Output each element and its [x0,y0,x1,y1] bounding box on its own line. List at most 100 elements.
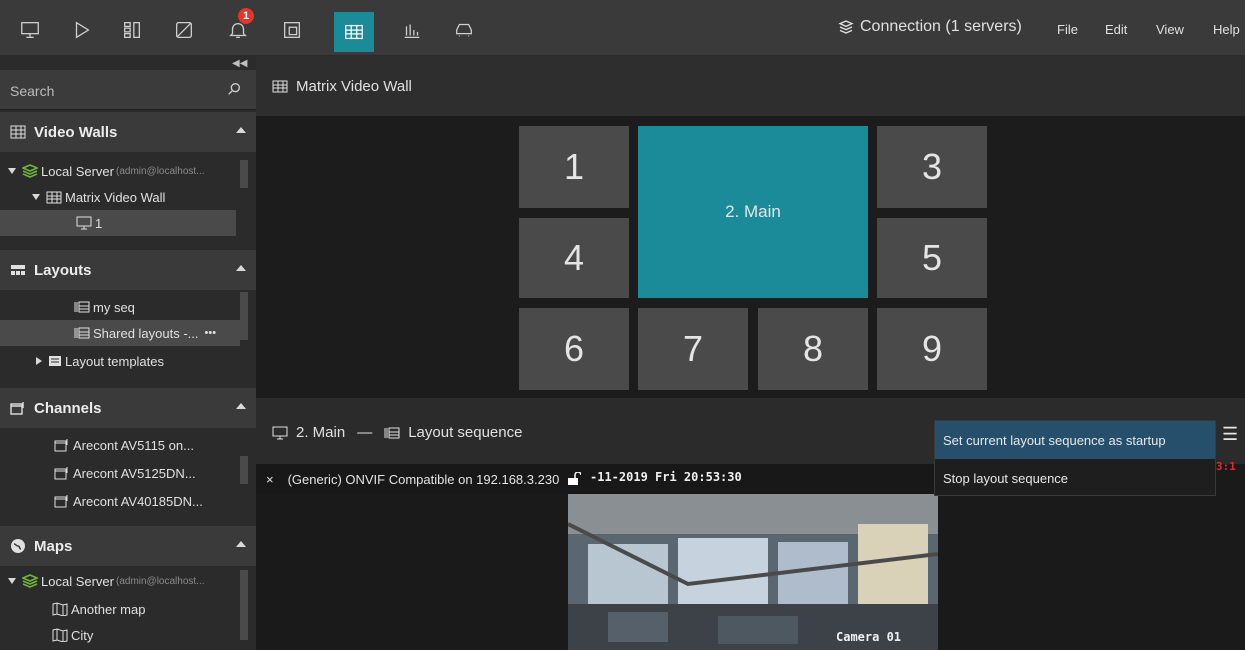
map-icon [52,602,68,616]
menu-view[interactable]: View [1156,22,1184,37]
channel-label: Arecont AV5125DN... [73,465,196,481]
server-stack-icon [838,20,854,34]
sidebar: ◀◀ Search Video Walls Local Server (admi… [0,56,256,650]
server-label: Local Server [41,163,114,179]
globe-icon [10,538,28,554]
section-channels[interactable]: Channels [0,388,256,428]
bell-icon[interactable]: 1 [218,8,258,50]
menu-file[interactable]: File [1057,22,1078,37]
wall-cell-8[interactable]: 8 [758,308,868,390]
video-wall-icon [46,191,62,204]
video-wall-icon[interactable] [334,12,374,52]
channel-label: Arecont AV40185DN... [73,493,203,509]
map-label: Another map [71,601,146,617]
connection-label: Connection (1 servers) [860,18,1022,35]
layout-sequence-icon [384,427,400,438]
context-menu: Set current layout sequence as startup S… [934,420,1216,496]
wall-label: Matrix Video Wall [65,189,166,205]
close-camera-button[interactable]: × [266,472,274,487]
video-red-overlay: 3:1 [1216,460,1236,473]
menu-edit[interactable]: Edit [1105,22,1127,37]
wall-cell-main-label: 2. Main [725,202,781,221]
scrollbar[interactable] [240,570,248,640]
tree-layout-item[interactable]: my seq [74,294,135,320]
statistics-icon[interactable] [392,10,432,50]
layout-label: Layout templates [65,353,165,369]
layout-label: my seq [93,299,135,315]
layout-template-icon [48,355,62,367]
monitor-icon[interactable] [10,10,50,50]
tree-video-wall[interactable]: Matrix Video Wall [32,184,165,210]
section-video-walls[interactable]: Video Walls [0,112,256,152]
wall-cell-5[interactable]: 5 [877,218,987,298]
separator: — [357,424,373,441]
video-timestamp: -11-2019 Fri 20:53:30 [590,470,742,484]
camera-video-feed[interactable] [568,494,938,650]
wall-cell-main[interactable]: 2. Main [638,126,868,298]
layout-grid-icon[interactable] [112,10,152,50]
wall-cell-4[interactable]: 4 [519,218,629,298]
scrollbar[interactable] [240,160,248,188]
collapse-arrow-icon[interactable] [236,127,246,133]
channel-icon [54,438,70,452]
tree-server[interactable]: Local Server (admin@localhost... [8,158,205,184]
search-input[interactable]: Search [0,70,256,110]
layouts-icon [10,262,28,278]
menu-stop-sequence[interactable]: Stop layout sequence [935,459,1215,497]
wall-cell-1[interactable]: 1 [519,126,629,208]
play-icon[interactable] [62,10,102,50]
layout-label: Shared layouts -... [93,325,199,341]
section-title: Maps [34,537,73,555]
channel-label: Arecont AV5115 on... [73,437,194,453]
map-label: City [71,627,94,643]
wall-cell-3[interactable]: 3 [877,126,987,208]
monitor-label: 2. Main [296,424,346,441]
collapse-arrow-icon[interactable] [236,541,246,547]
monitor-label: 1 [95,215,103,231]
section-maps[interactable]: Maps [0,526,256,566]
more-options-button[interactable]: ••• [205,327,217,339]
menu-help[interactable]: Help [1213,22,1240,37]
section-layouts[interactable]: Layouts [0,250,256,290]
tree-channel-item[interactable]: Arecont AV40185DN... [54,488,203,514]
notification-badge: 1 [238,8,254,24]
camera-title: (Generic) ONVIF Compatible on 192.168.3.… [287,471,560,487]
scrollbar[interactable] [240,292,248,340]
page-title: Matrix Video Wall [296,78,412,95]
wall-cell-9[interactable]: 9 [877,308,987,390]
hamburger-menu-icon[interactable]: ☰ [1222,424,1238,445]
menu-set-startup-sequence[interactable]: Set current layout sequence as startup [935,421,1215,459]
expand-icon[interactable] [8,578,16,584]
tree-channel-item[interactable]: Arecont AV5125DN... [54,460,196,486]
search-icon [228,83,240,95]
collapse-arrow-icon[interactable] [236,403,246,409]
tree-monitor[interactable]: 1 [0,210,236,236]
tree-layout-templates[interactable]: Layout templates [36,348,164,374]
disabled-camera-icon[interactable] [164,10,204,50]
car-icon[interactable] [444,10,484,50]
server-icon [22,574,38,588]
copy-layout-icon[interactable] [272,10,312,50]
section-title: Layouts [34,261,92,279]
tree-map-item[interactable]: Another map [52,596,145,622]
tree-layout-item[interactable]: Shared layouts -... ••• [0,320,240,346]
expand-icon[interactable] [32,194,40,200]
main-header: Matrix Video Wall [256,56,1245,116]
collapse-sidebar-icon[interactable]: ◀◀ [232,58,247,69]
wall-cell-7[interactable]: 7 [638,308,748,390]
section-title: Video Walls [34,123,118,141]
connection-status[interactable]: Connection (1 servers) [838,18,1022,36]
wall-cell-6[interactable]: 6 [519,308,629,390]
tree-map-item[interactable]: City [52,622,93,648]
collapse-arrow-icon[interactable] [236,265,246,271]
scrollbar[interactable] [240,456,248,484]
expand-icon[interactable] [8,168,16,174]
layout-sequence-label: Layout sequence [408,424,523,441]
tree-channel-item[interactable]: Arecont AV5115 on... [54,432,194,458]
expand-icon[interactable] [36,357,42,365]
channel-icon [54,494,70,508]
layout-sequence-icon [74,327,90,339]
unlock-icon[interactable] [567,472,582,486]
tree-map-server[interactable]: Local Server (admin@localhost... [8,568,205,594]
layout-sequence-icon [74,301,90,313]
